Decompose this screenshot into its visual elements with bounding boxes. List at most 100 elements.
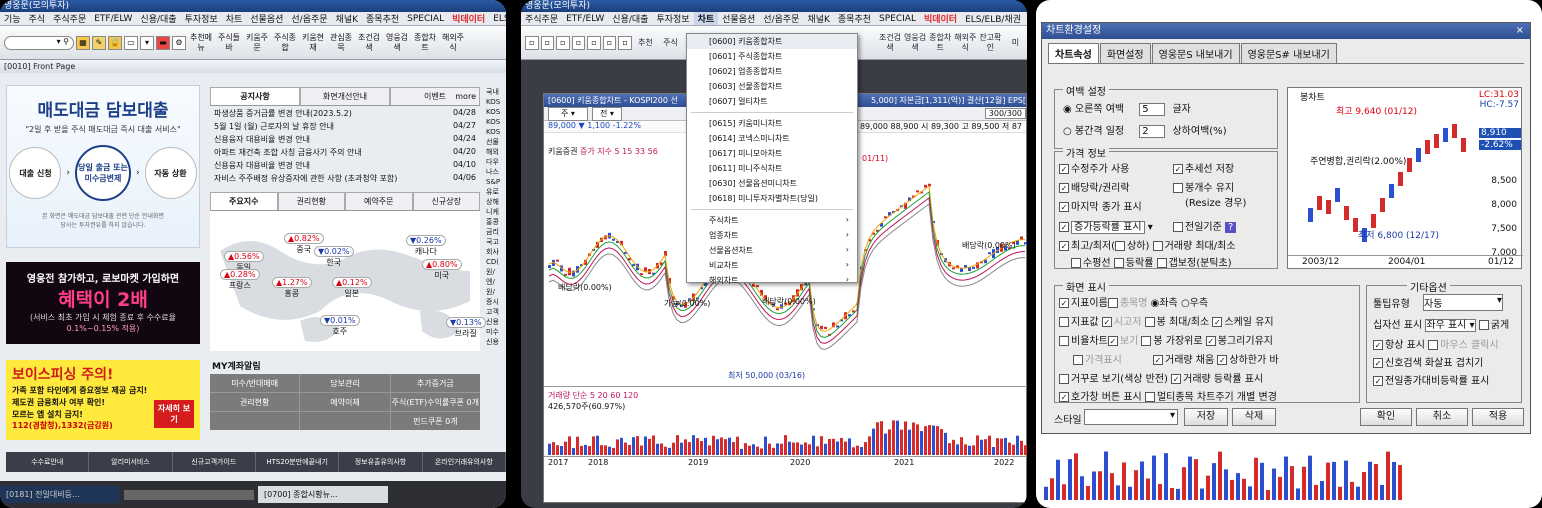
bottom-nav-item[interactable]: 신규고객가이드 (173, 452, 256, 472)
checkbox-checked-icon[interactable]: ✓ (1212, 317, 1222, 327)
chart-menu-item[interactable]: [0611] 미니주식차트 (687, 161, 857, 176)
checkbox-icon[interactable] (1108, 298, 1118, 308)
save-button[interactable]: 저장 (1184, 408, 1228, 426)
monitor-icon[interactable]: ▬ (156, 36, 170, 50)
loan-promo[interactable]: 매도대금 담보대출 "2일 후 받을 주식 매도대금 즉시 대출 서비스" 대출… (6, 85, 200, 248)
bottom-nav-item[interactable]: 수수료안내 (6, 452, 89, 472)
checkbox-icon[interactable] (1059, 317, 1069, 327)
chart-submenu-item[interactable]: 주식차트 › (687, 213, 857, 228)
toolbar-button[interactable]: 주식 (659, 38, 682, 48)
stock-selector[interactable]: 주 ▾ (548, 107, 588, 121)
checkbox-checked-icon[interactable]: ✓ (1173, 164, 1183, 174)
checkbox-icon[interactable] (1071, 258, 1081, 268)
crosshair-select[interactable]: 좌우 표시 ▾ (1425, 319, 1475, 332)
index-label[interactable]: ▲0.28% 프랑스 (220, 269, 260, 291)
my-account-item[interactable]: 추가증거금 (391, 374, 480, 392)
chart-submenu-item[interactable]: 비교차트 › (687, 258, 857, 273)
dialog-tab[interactable]: 화면설정 (1100, 43, 1151, 63)
horizontal-line-option[interactable]: 수평선 등락률 갭보정(분틱초) (1071, 254, 1232, 269)
index-label[interactable]: ▲0.80% 미국 (422, 259, 462, 281)
my-account-item[interactable]: 주식(ETF)수익률쿠폰 0개 (391, 393, 480, 411)
menu-item[interactable]: 빅데이터 (448, 12, 489, 25)
robomarket-promo[interactable]: 영웅전 참가하고, 로보마켓 가입하면 혜택이 2배 (서비스 최초 가입 시 … (6, 262, 200, 344)
index-label[interactable]: ▲0.12% 일본 (332, 277, 372, 299)
checkbox-checked-icon[interactable]: ✓ (1059, 222, 1069, 232)
screen-icon[interactable]: ▭ (124, 36, 138, 50)
gear-icon[interactable]: ▫ (618, 36, 632, 50)
bottom-nav-item[interactable]: 정보유출유의사항 (339, 452, 422, 472)
menu-item[interactable]: 채널K (332, 12, 362, 25)
chart-submenu-item[interactable]: 업종차트 › (687, 228, 857, 243)
checkbox-icon[interactable] (1428, 340, 1438, 350)
menu-item[interactable]: ETF/ELW (562, 14, 608, 24)
search-input[interactable]: ▾ ⚲ (4, 36, 74, 50)
phishing-warning[interactable]: 보이스피싱 주의! 가족 포함 타인에게 중요정보 제공 금지! 제도권 금융회사… (6, 360, 200, 440)
menu-item[interactable]: 주식주문 (49, 12, 90, 25)
checkbox-checked-icon[interactable]: ✓ (1108, 336, 1118, 346)
checkbox-checked-icon[interactable]: ✓ (1059, 392, 1069, 402)
toolbar-button[interactable]: 관심종목 (328, 33, 354, 53)
checkbox-icon[interactable] (1059, 336, 1069, 346)
checkbox-checked-icon[interactable]: ✓ (1102, 317, 1112, 327)
checkbox-checked-icon[interactable]: ✓ (1059, 241, 1069, 251)
my-account-item[interactable]: 담보관리 (300, 374, 389, 392)
lock-icon[interactable]: 🔒 (108, 36, 122, 50)
menu-item[interactable]: ETF/ELW (90, 14, 136, 24)
toolbar-button[interactable]: 키움주문 (244, 33, 270, 53)
chart-menu-item[interactable]: [0618] 미니투자자별차트(당일) (687, 191, 857, 206)
news-item[interactable]: 아파트 재건축 조합 사칭 금융사기 주의 안내 04/20 (214, 146, 476, 159)
toolbar-button[interactable]: 종합차트 (412, 33, 438, 53)
chart-menu-item[interactable]: [0630] 선물옵션미니차트 (687, 176, 857, 191)
checkbox-icon[interactable] (1145, 317, 1155, 327)
cancel-button[interactable]: 취소 (1416, 408, 1468, 426)
taskbar-item-0181[interactable]: [0181] 전일대비등... (0, 486, 120, 503)
checkbox-checked-icon[interactable]: ✓ (1153, 355, 1163, 365)
my-account-item[interactable]: 미수/반대매매 (210, 374, 299, 392)
chart-menu-item[interactable]: [0615] 키움미니차트 (687, 116, 857, 131)
menu-item[interactable]: 차트 (222, 12, 247, 25)
menu-item[interactable]: 투자정보 (181, 12, 222, 25)
checkbox-checked-icon[interactable]: ✓ (1059, 298, 1069, 308)
bottom-nav-item[interactable]: HTS20분만에끝내기 (256, 452, 339, 472)
menu-item[interactable]: 주식주문 (521, 12, 562, 25)
checkbox-icon[interactable] (1157, 258, 1167, 268)
candle-count-option[interactable]: 봉개수 유지 (1173, 179, 1234, 194)
index-label[interactable]: ▼0.02% 한국 (314, 246, 354, 268)
menu-item[interactable]: 종목추천 (362, 12, 403, 25)
change-rate-option[interactable]: ✓ 증가등락률 표시 ▾ (1059, 218, 1153, 233)
index-tab[interactable]: 주요지수 (210, 192, 278, 210)
radio-selected-icon[interactable]: ◉ (1063, 104, 1072, 115)
menu-item[interactable]: SPECIAL (875, 14, 920, 24)
checkbox-icon[interactable] (1073, 355, 1083, 365)
toolbar-button[interactable]: 주식종합 (272, 33, 298, 53)
news-item[interactable]: 신용융자 대용비율 변경 안내 04/10 (214, 159, 476, 172)
checkbox-icon[interactable] (1173, 183, 1183, 193)
spacing-input[interactable]: 2 (1139, 125, 1165, 138)
chart-menu-item[interactable]: [0601] 주식종합차트 (687, 49, 857, 64)
checkbox-icon[interactable] (1141, 336, 1151, 346)
checkbox-checked-icon[interactable]: ✓ (1059, 183, 1069, 193)
my-account-item[interactable]: 권리현황 (210, 393, 299, 411)
my-account-item[interactable]: 펀드쿠폰 0개 (391, 412, 480, 430)
right-margin-input[interactable]: 5 (1139, 103, 1165, 116)
chart-icon[interactable]: ▦ (76, 36, 90, 50)
news-item[interactable]: 신용융자 대용비율 변경 안내 04/24 (214, 133, 476, 146)
change-rate-select[interactable]: 증가등락률 표시 (1071, 221, 1145, 234)
dividend-option[interactable]: ✓ 배당락/권리락 (1059, 179, 1130, 194)
prev-day-option[interactable]: 전일기준 ? (1173, 218, 1236, 233)
last-close-option[interactable]: ✓ 마지막 종가 표시 (1059, 198, 1142, 213)
menu-item[interactable]: 종목추천 (834, 12, 875, 25)
checkbox-icon[interactable] (1059, 374, 1069, 384)
checkbox-checked-icon[interactable]: ✓ (1059, 202, 1069, 212)
index-label[interactable]: ▼0.01% 호주 (320, 315, 360, 337)
chart-menu-item[interactable]: [0617] 미니모아차트 (687, 146, 857, 161)
checkbox-icon[interactable] (1173, 222, 1183, 232)
taskbar-item-0700[interactable]: [0700] 종합시황뉴... (258, 486, 388, 503)
menu-item[interactable]: 주식 (25, 12, 50, 25)
toolbar-button[interactable]: 미 (1004, 38, 1027, 48)
toolbar-button[interactable]: 영웅검색 (904, 33, 927, 53)
checkbox-icon[interactable] (1479, 320, 1489, 330)
toolbar-button[interactable]: 조건검색 (356, 33, 382, 53)
notice-tab[interactable]: 공지사항 (210, 87, 300, 105)
index-label[interactable]: ▼0.26% 캐나다 (406, 235, 446, 257)
